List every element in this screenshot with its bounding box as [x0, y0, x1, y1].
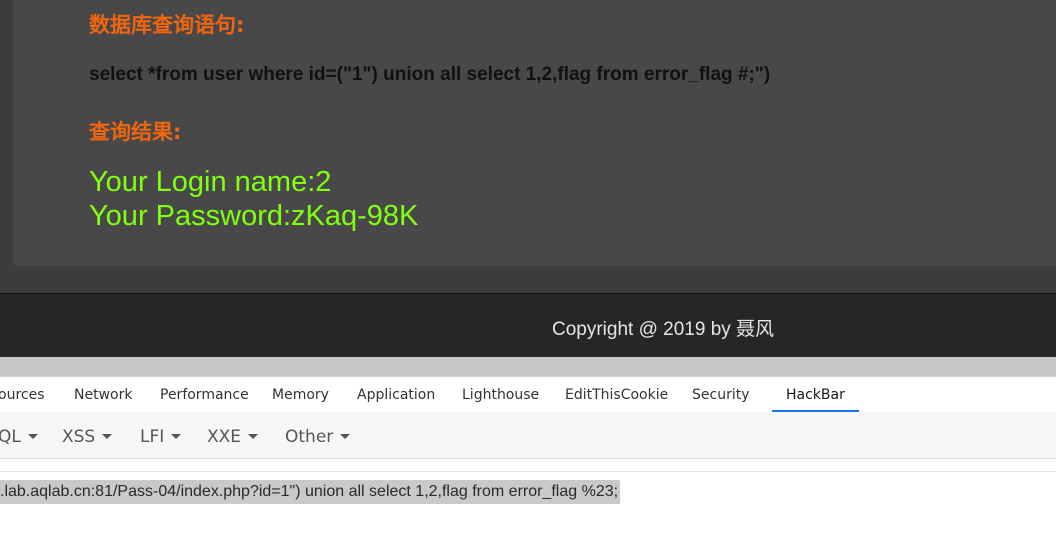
tab-lighthouse[interactable]: Lighthouse	[462, 377, 539, 412]
tab-application[interactable]: Application	[357, 377, 435, 412]
caret-down-icon	[102, 433, 113, 439]
tab-security[interactable]: Security	[692, 377, 750, 412]
devtools-tab-bar: ources Network Performance Memory Applic…	[0, 376, 1056, 413]
result-heading: 查询结果:	[89, 120, 182, 144]
tab-memory[interactable]: Memory	[272, 377, 329, 412]
tab-sources[interactable]: ources	[0, 377, 45, 412]
caret-down-icon	[171, 433, 182, 439]
hackbar-url-value[interactable]: .lab.aqlab.cn:81/Pass-04/index.php?id=1"…	[0, 480, 621, 504]
tab-hackbar[interactable]: HackBar	[772, 377, 859, 413]
devtools-resize-divider[interactable]	[0, 357, 1056, 376]
hackbar-menu-label: LFI	[140, 427, 165, 447]
hackbar-menu-label: XXE	[207, 427, 242, 447]
hackbar-menu-sql[interactable]: QL	[0, 412, 38, 458]
hackbar-menu-bar: QL XSS LFI XXE Other	[0, 412, 1056, 459]
query-heading: 数据库查询语句:	[89, 13, 245, 37]
caret-down-icon	[340, 433, 351, 439]
login-name-result: Your Login name:2	[89, 166, 332, 198]
hackbar-menu-lfi[interactable]: LFI	[140, 412, 182, 458]
query-statement: select *from user where id=("1") union a…	[89, 64, 771, 85]
hackbar-menu-xss[interactable]: XSS	[62, 412, 113, 458]
caret-down-icon	[27, 433, 38, 439]
tab-editthiscookie[interactable]: EditThisCookie	[565, 377, 668, 412]
hackbar-menu-label: XSS	[62, 427, 96, 447]
tab-network[interactable]: Network	[74, 377, 132, 412]
hackbar-menu-xxe[interactable]: XXE	[207, 412, 259, 458]
page-footer: Copyright @ 2019 by 聂风	[0, 293, 1056, 357]
tab-performance[interactable]: Performance	[160, 377, 249, 412]
page-content-area: 数据库查询语句: select *from user where id=("1"…	[0, 0, 1056, 293]
result-panel: 数据库查询语句: select *from user where id=("1"…	[13, 0, 1056, 266]
hackbar-url-textarea[interactable]: .lab.aqlab.cn:81/Pass-04/index.php?id=1"…	[0, 471, 1056, 534]
caret-down-icon	[248, 433, 259, 439]
password-result: Your Password:zKaq-98K	[89, 200, 419, 232]
hackbar-menu-other[interactable]: Other	[285, 412, 351, 458]
hackbar-menu-label: Other	[285, 427, 334, 447]
hackbar-menu-label: QL	[0, 427, 21, 447]
footer-copyright: Copyright @ 2019 by 聂风	[552, 319, 775, 340]
